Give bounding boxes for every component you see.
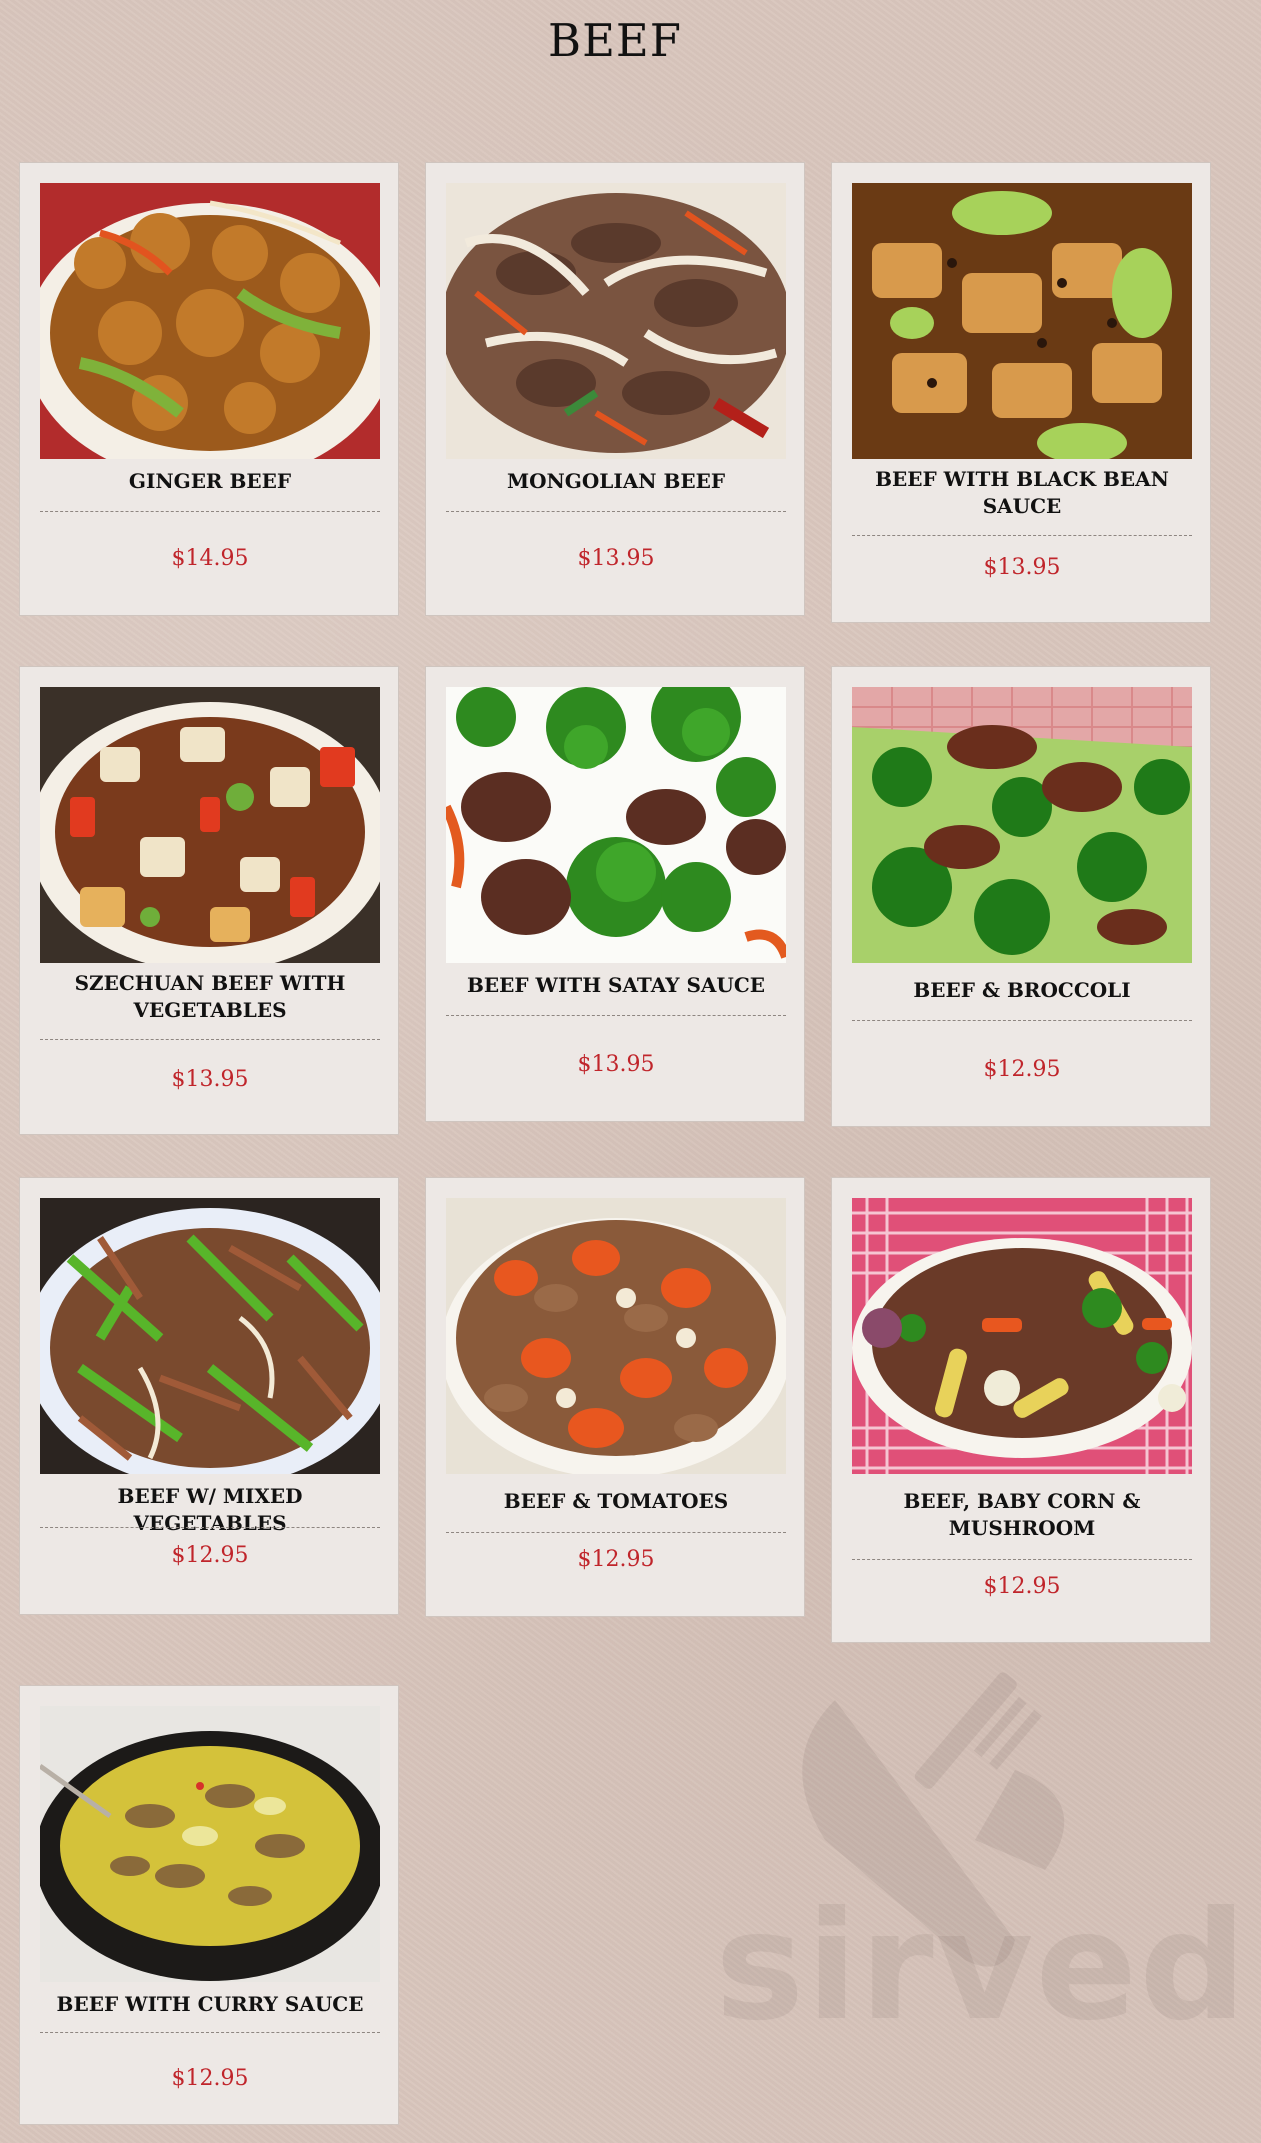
item-divider [40, 1039, 380, 1040]
item-divider [446, 511, 786, 512]
item-price: $12.95 [983, 1574, 1061, 1599]
item-price: $12.95 [171, 2066, 249, 2091]
item-divider [40, 2032, 380, 2033]
item-divider [852, 1020, 1192, 1021]
item-price: $12.95 [983, 1057, 1061, 1082]
item-name: MONGOLIAN BEEF [506, 469, 726, 493]
menu-item-card[interactable]: MONGOLIAN BEEF $13.95 [425, 162, 805, 616]
mongolian-beef-photo [446, 183, 786, 459]
beef-broccoli-photo [852, 687, 1192, 963]
item-price: $13.95 [171, 1067, 249, 1092]
item-divider [446, 1532, 786, 1533]
menu-item-card[interactable]: SZECHUAN BEEF WITH VEGETABLES $13.95 [19, 666, 399, 1135]
menu-item-card[interactable]: GINGER BEEF $14.95 [19, 162, 399, 616]
item-name: BEEF WITH CURRY SAUCE [56, 1992, 364, 2016]
menu-item-card[interactable]: BEEF & TOMATOES $12.95 [425, 1177, 805, 1617]
item-price: $13.95 [983, 555, 1061, 580]
item-name: BEEF & TOMATOES [503, 1489, 729, 1513]
szechuan-beef-photo [40, 687, 380, 963]
item-divider [40, 1527, 380, 1528]
beef-tomatoes-photo [446, 1198, 786, 1474]
item-price: $13.95 [577, 546, 655, 571]
item-name: GINGER BEEF [128, 469, 292, 493]
menu-item-card[interactable]: BEEF, BABY CORN & MUSHROOM $12.95 [831, 1177, 1211, 1643]
item-price: $13.95 [577, 1052, 655, 1077]
item-name: BEEF & BROCCOLI [913, 978, 1131, 1002]
item-divider [852, 1559, 1192, 1560]
menu-item-card[interactable]: BEEF & BROCCOLI $12.95 [831, 666, 1211, 1127]
mixed-vegetables-beef-photo [40, 1198, 380, 1474]
item-price: $14.95 [171, 546, 249, 571]
menu-item-card[interactable]: BEEF WITH BLACK BEAN SAUCE $13.95 [831, 162, 1211, 623]
ginger-beef-photo [40, 183, 380, 459]
item-price: $12.95 [171, 1543, 249, 1568]
watermark-text: sirved [715, 1880, 1249, 2054]
item-name: BEEF WITH SATAY SAUCE [466, 973, 766, 997]
item-name: BEEF WITH BLACK BEAN SAUCE [875, 467, 1169, 518]
black-bean-beef-photo [852, 183, 1192, 459]
menu-item-card[interactable]: BEEF WITH SATAY SAUCE $13.95 [425, 666, 805, 1122]
curry-beef-photo [40, 1706, 380, 1982]
menu-item-card[interactable]: BEEF WITH CURRY SAUCE $12.95 [19, 1685, 399, 2125]
item-divider [852, 535, 1192, 536]
page-title: BEEF [548, 14, 682, 67]
menu-item-card[interactable]: BEEF W/ MIXED VEGETABLES $12.95 [19, 1177, 399, 1615]
item-name: BEEF W/ MIXED VEGETABLES [117, 1484, 303, 1535]
baby-corn-beef-photo [852, 1198, 1192, 1474]
item-divider [40, 511, 380, 512]
item-name: BEEF, BABY CORN & MUSHROOM [903, 1489, 1141, 1540]
satay-beef-photo [446, 687, 786, 963]
item-divider [446, 1015, 786, 1016]
item-price: $12.95 [577, 1547, 655, 1572]
item-name: SZECHUAN BEEF WITH VEGETABLES [74, 971, 346, 1022]
